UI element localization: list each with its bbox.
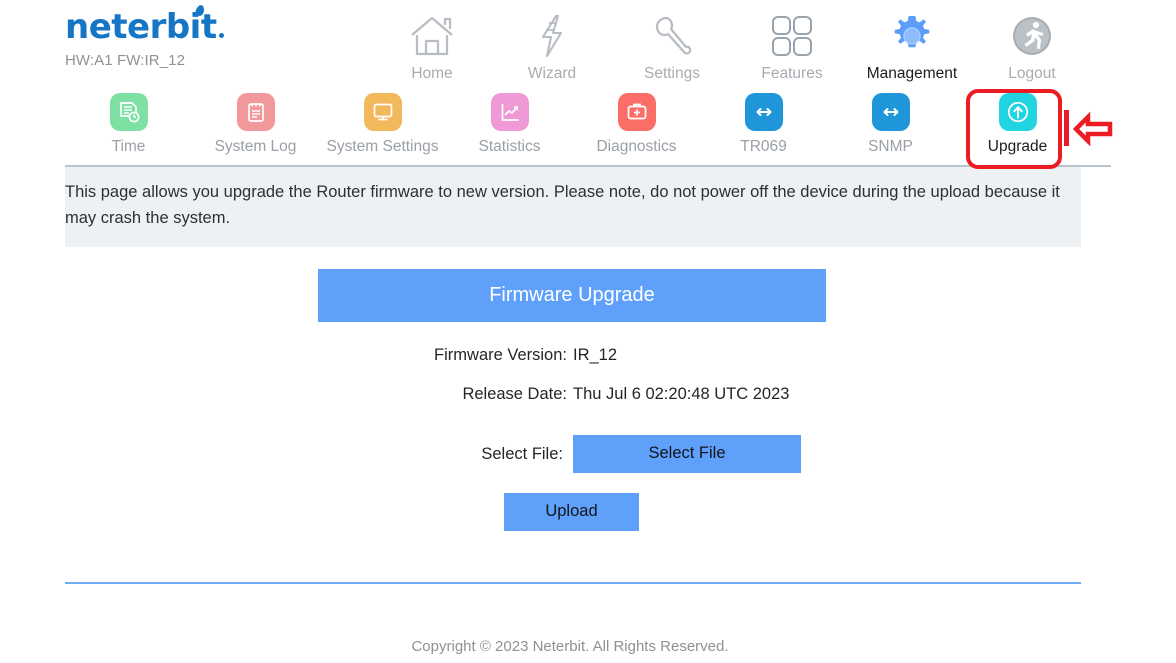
double-arrow-icon bbox=[871, 93, 910, 131]
brand-logo-text: neterbit bbox=[65, 7, 217, 47]
upload-spacer bbox=[65, 493, 504, 531]
arrow-up-circle-icon bbox=[998, 93, 1037, 131]
left-arrow-annotation-icon bbox=[1064, 108, 1116, 150]
subnav-item-tr069[interactable]: TR069 bbox=[700, 93, 827, 156]
clipboard-icon bbox=[236, 93, 275, 131]
nav-item-wizard[interactable]: Wizard bbox=[492, 10, 612, 88]
subnav-item-tr069-label: TR069 bbox=[740, 138, 787, 155]
subnav-item-system-log[interactable]: System Log bbox=[192, 93, 319, 156]
subnav-item-diagnostics-label: Diagnostics bbox=[596, 138, 677, 155]
wrench-icon bbox=[612, 10, 732, 62]
main-content: Firmware Upgrade Firmware Version: IR_12… bbox=[65, 269, 1111, 599]
subnav-item-system-settings[interactable]: System Settings bbox=[319, 93, 446, 156]
footer-divider bbox=[65, 582, 1081, 584]
firmware-version-value: IR_12 bbox=[573, 346, 618, 364]
nav-item-home[interactable]: Home bbox=[372, 10, 492, 88]
line-chart-icon bbox=[490, 93, 529, 131]
firmware-upgrade-section-header[interactable]: Firmware Upgrade bbox=[318, 269, 826, 322]
brand-block: neterbit HW:A1 FW:IR_12 bbox=[65, 4, 365, 69]
subnav-item-system-settings-label: System Settings bbox=[326, 138, 439, 155]
page-description: This page allows you upgrade the Router … bbox=[65, 167, 1081, 247]
brand-logo-dot bbox=[218, 33, 224, 38]
subnav-item-snmp-label: SNMP bbox=[868, 138, 913, 155]
top-navigation: Home Wizard Settings Features Management… bbox=[372, 4, 1092, 88]
nav-item-features-label: Features bbox=[761, 65, 823, 82]
subnav-item-time[interactable]: Time bbox=[65, 93, 192, 156]
sub-navigation: Time System Log System Settings Statisti… bbox=[65, 89, 1111, 167]
document-clock-icon bbox=[109, 93, 148, 131]
gear-icon bbox=[852, 10, 972, 62]
brand-logo[interactable]: neterbit bbox=[65, 4, 224, 50]
upload-button[interactable]: Upload bbox=[504, 493, 639, 531]
subnav-item-diagnostics[interactable]: Diagnostics bbox=[573, 93, 700, 156]
subnav-item-statistics-label: Statistics bbox=[478, 138, 541, 155]
subnav-item-upgrade[interactable]: Upgrade bbox=[954, 93, 1081, 156]
house-icon bbox=[372, 10, 492, 62]
subnav-item-system-log-label: System Log bbox=[214, 138, 297, 155]
release-date-value: Thu Jul 6 02:20:48 UTC 2023 bbox=[573, 385, 790, 403]
router-admin-page: neterbit HW:A1 FW:IR_12 Home Wizard Sett… bbox=[0, 0, 1176, 663]
medical-kit-icon bbox=[617, 93, 656, 131]
nav-item-logout[interactable]: Logout bbox=[972, 10, 1092, 88]
release-date-label: Release Date: bbox=[462, 385, 567, 403]
select-file-button[interactable]: Select File bbox=[573, 435, 801, 473]
nav-item-settings-label: Settings bbox=[643, 65, 700, 82]
subnav-item-time-label: Time bbox=[111, 138, 146, 155]
nav-item-settings[interactable]: Settings bbox=[612, 10, 732, 88]
subnav-item-statistics[interactable]: Statistics bbox=[446, 93, 573, 156]
select-file-row: Select File: Select File bbox=[65, 435, 1111, 473]
grid-squares-icon bbox=[732, 10, 852, 62]
nav-item-wizard-label: Wizard bbox=[527, 65, 577, 82]
subnav-item-upgrade-label: Upgrade bbox=[987, 138, 1048, 155]
monitor-icon bbox=[363, 93, 402, 131]
firmware-version-label: Firmware Version: bbox=[434, 346, 567, 364]
nav-item-logout-label: Logout bbox=[1008, 65, 1056, 82]
release-date-row: Release Date: Thu Jul 6 02:20:48 UTC 202… bbox=[65, 383, 1111, 405]
subnav-item-snmp[interactable]: SNMP bbox=[827, 93, 954, 156]
nav-item-features[interactable]: Features bbox=[732, 10, 852, 88]
device-info-label: HW:A1 FW:IR_12 bbox=[65, 52, 186, 69]
running-person-icon bbox=[972, 10, 1092, 62]
nav-item-management[interactable]: Management bbox=[852, 10, 972, 88]
upload-row: Upload bbox=[65, 493, 1111, 531]
firmware-version-row: Firmware Version: IR_12 bbox=[65, 344, 1111, 366]
nav-item-home-label: Home bbox=[411, 65, 453, 82]
lightning-bolt-icon bbox=[492, 10, 612, 62]
nav-item-management-label: Management bbox=[866, 65, 958, 82]
page-header: neterbit HW:A1 FW:IR_12 Home Wizard Sett… bbox=[0, 0, 1176, 89]
footer-copyright: Copyright © 2023 Neterbit. All Rights Re… bbox=[411, 638, 729, 655]
double-arrow-icon bbox=[744, 93, 783, 131]
select-file-label: Select File: bbox=[481, 444, 563, 463]
